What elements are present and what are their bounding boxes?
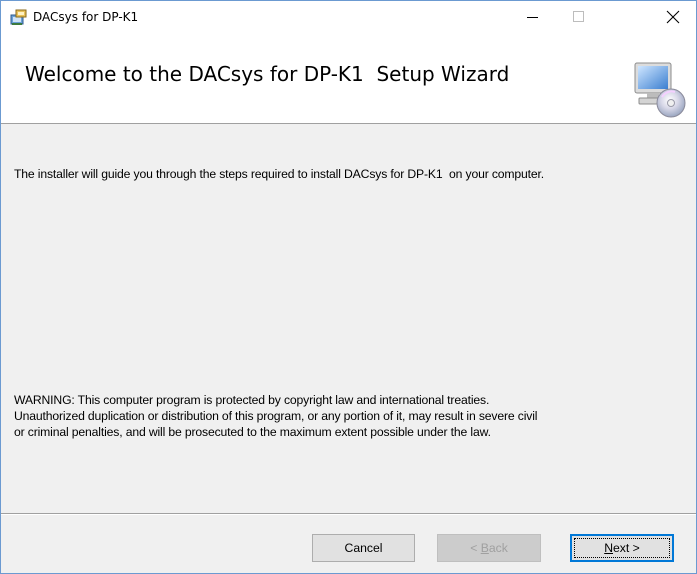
minimize-icon <box>527 17 538 18</box>
setup-wizard-window: DACsys for DP-K1 Welcome to the DACsys f… <box>0 0 697 574</box>
copyright-warning: WARNING: This computer program is protec… <box>14 392 694 440</box>
back-button[interactable]: < Back <box>437 534 541 562</box>
back-button-label: < Back <box>470 541 508 555</box>
wizard-title: Welcome to the DACsys for DP-K1 Setup Wi… <box>25 62 510 86</box>
intro-text: The installer will guide you through the… <box>14 167 545 181</box>
cancel-button[interactable]: Cancel <box>312 534 415 562</box>
minimize-button[interactable] <box>510 1 556 33</box>
close-button[interactable] <box>650 1 696 33</box>
warning-line: Unauthorized duplication or distribution… <box>14 409 538 423</box>
warning-line: WARNING: This computer program is protec… <box>14 393 490 407</box>
wizard-header-banner: Welcome to the DACsys for DP-K1 Setup Wi… <box>1 34 696 124</box>
maximize-button[interactable] <box>556 1 602 33</box>
computer-cd-icon <box>634 62 686 118</box>
next-button[interactable]: Next > <box>570 534 674 562</box>
close-icon <box>666 10 680 24</box>
maximize-icon <box>573 11 584 22</box>
footer-divider <box>1 513 696 515</box>
cancel-button-label: Cancel <box>344 541 383 555</box>
installer-app-icon <box>10 9 27 25</box>
warning-line: or criminal penalties, and will be prose… <box>14 425 491 439</box>
title-bar[interactable]: DACsys for DP-K1 <box>1 1 696 34</box>
focus-ring <box>574 538 670 558</box>
window-title: DACsys for DP-K1 <box>33 10 139 24</box>
